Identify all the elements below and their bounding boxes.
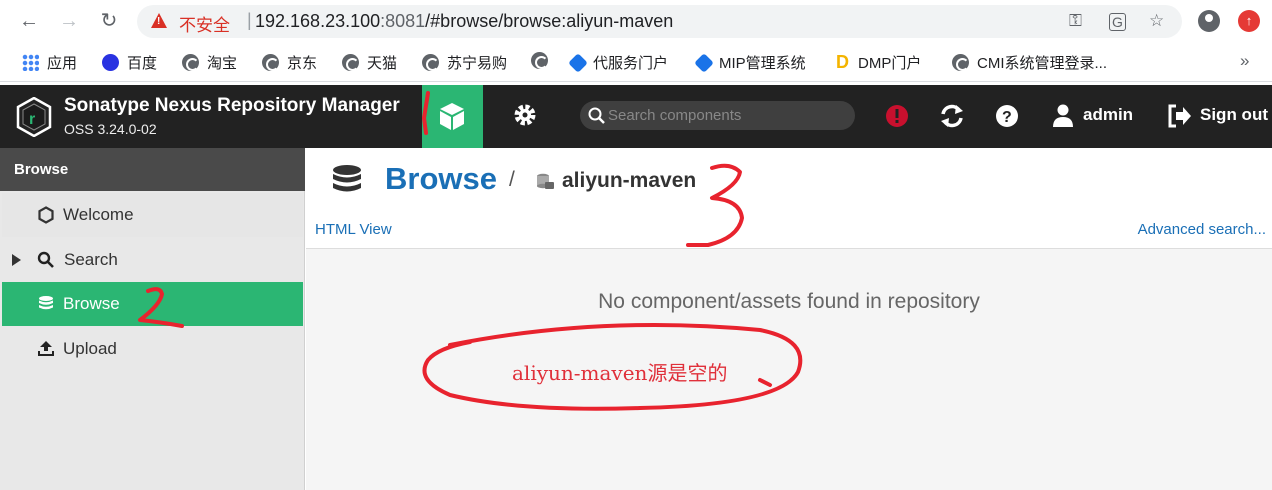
- repository-icon: [537, 173, 554, 189]
- globe-icon: [262, 54, 279, 71]
- bookmark-jd[interactable]: 京东: [262, 52, 317, 73]
- extension-icon[interactable]: ↑: [1238, 10, 1260, 32]
- bookmark-cmi[interactable]: CMI系统管理登录...: [952, 52, 1107, 73]
- apps-grid-icon: [22, 54, 39, 71]
- bookmark-globe[interactable]: [531, 52, 548, 69]
- database-icon: [39, 296, 53, 310]
- expand-arrow-icon[interactable]: [12, 254, 21, 266]
- translate-icon[interactable]: G: [1109, 13, 1126, 31]
- baidu-icon: [102, 54, 119, 71]
- breadcrumb-repo-name: aliyun-maven: [562, 169, 697, 192]
- html-view-link[interactable]: HTML View: [315, 221, 392, 238]
- settings-mode-button[interactable]: [505, 101, 545, 131]
- bookmarks-bar: 应用 百度 淘宝 京东 天猫 苏宁易购 代服务门户 MIP管理系统 DMP门户 …: [0, 43, 1272, 82]
- bookmark-mip[interactable]: MIP管理系统: [694, 52, 806, 73]
- bookmark-dmp[interactable]: DMP门户: [836, 52, 921, 73]
- bookmark-service-portal[interactable]: 代服务门户: [568, 52, 668, 73]
- sidebar-item-welcome[interactable]: Welcome: [2, 193, 303, 237]
- breadcrumb-browse-link[interactable]: Browse: [385, 161, 497, 197]
- bookmarks-more-icon[interactable]: »: [1240, 51, 1249, 71]
- sidebar: Browse Welcome Search Browse Upload: [0, 148, 305, 490]
- database-icon: [333, 165, 361, 192]
- breadcrumb: Browse / aliyun-maven HTML View Advanced…: [306, 148, 1272, 249]
- empty-repository-message: No component/assets found in repository: [598, 290, 980, 313]
- browse-mode-button[interactable]: [422, 85, 483, 148]
- help-icon[interactable]: ?: [994, 103, 1020, 129]
- bookmark-tmall[interactable]: 天猫: [342, 52, 397, 73]
- profile-icon[interactable]: [1198, 10, 1220, 32]
- browser-toolbar: ← → ↻ 不安全 | 192.168.23.100:8081/#browse/…: [0, 0, 1272, 43]
- mip-icon: [694, 52, 714, 73]
- star-icon[interactable]: ☆: [1149, 11, 1164, 31]
- search-icon: [588, 107, 605, 124]
- url-text[interactable]: 192.168.23.100:8081/#browse/browse:aliyu…: [255, 11, 673, 32]
- bookmark-baidu[interactable]: 百度: [102, 52, 157, 73]
- svg-text:?: ?: [1002, 109, 1012, 126]
- user-menu[interactable]: admin: [1083, 105, 1133, 125]
- sign-out-icon[interactable]: [1166, 103, 1192, 129]
- back-icon[interactable]: ←: [16, 8, 42, 34]
- globe-icon: [531, 52, 548, 69]
- insecure-label[interactable]: 不安全: [179, 11, 230, 36]
- component-search[interactable]: [580, 101, 855, 130]
- user-icon[interactable]: [1050, 103, 1076, 129]
- key-icon[interactable]: ⚿: [1069, 11, 1082, 31]
- dmp-icon: [836, 54, 850, 71]
- advanced-search-link[interactable]: Advanced search...: [1138, 221, 1266, 238]
- globe-icon: [342, 54, 359, 71]
- main-panel: Browse / aliyun-maven HTML View Advanced…: [306, 148, 1272, 490]
- globe-icon: [952, 54, 969, 71]
- sidebar-item-upload[interactable]: Upload: [2, 327, 303, 371]
- svg-text:r: r: [29, 111, 35, 128]
- nexus-header: r Sonatype Nexus Repository Manager OSS …: [0, 85, 1272, 148]
- forward-icon[interactable]: →: [56, 8, 82, 34]
- gear-icon: [514, 104, 536, 126]
- annotation-note: aliyun-maven源是空的: [512, 361, 728, 385]
- warning-icon: [151, 13, 167, 28]
- nexus-logo-icon: r: [16, 97, 52, 137]
- breadcrumb-separator: /: [509, 168, 515, 191]
- refresh-icon[interactable]: [939, 103, 965, 129]
- sidebar-header: Browse: [0, 148, 305, 191]
- globe-icon: [422, 54, 439, 71]
- bookmark-suning[interactable]: 苏宁易购: [422, 52, 507, 73]
- app-title: Sonatype Nexus Repository Manager: [64, 95, 400, 116]
- sidebar-item-browse[interactable]: Browse: [2, 282, 303, 326]
- hexagon-icon: [38, 206, 54, 224]
- cube-icon: [440, 103, 464, 130]
- address-bar[interactable]: 不安全 | 192.168.23.100:8081/#browse/browse…: [137, 5, 1182, 38]
- mip-icon: [568, 52, 588, 73]
- bookmark-apps[interactable]: 应用: [22, 52, 77, 73]
- reload-icon[interactable]: ↻: [96, 8, 122, 34]
- search-input[interactable]: [608, 104, 848, 126]
- upload-icon: [38, 341, 54, 356]
- sidebar-item-search[interactable]: Search: [2, 238, 303, 282]
- globe-icon: [182, 54, 199, 71]
- bookmark-taobao[interactable]: 淘宝: [182, 52, 237, 73]
- sign-out-button[interactable]: Sign out: [1200, 105, 1268, 125]
- alert-icon[interactable]: [884, 103, 910, 129]
- app-version: OSS 3.24.0-02: [64, 121, 157, 137]
- search-icon: [37, 251, 54, 268]
